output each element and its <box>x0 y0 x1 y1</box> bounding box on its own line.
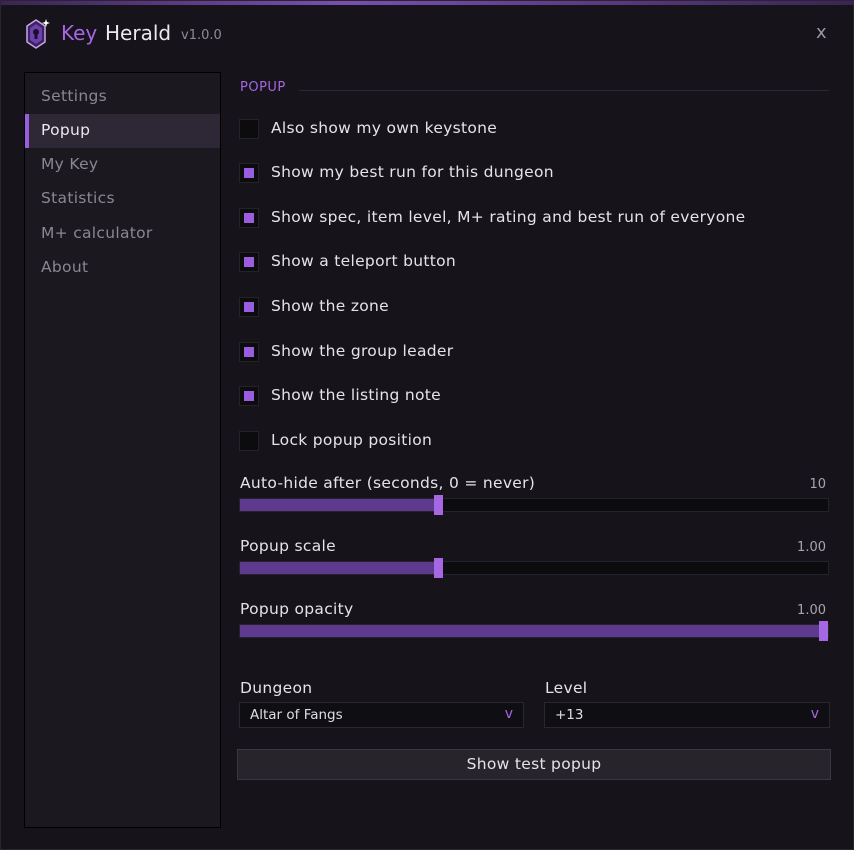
close-button[interactable]: x <box>816 22 827 43</box>
slider-thumb[interactable] <box>434 495 443 515</box>
auto-hide-value: 10 <box>809 477 826 492</box>
level-select-value: +13 <box>555 707 584 723</box>
checkbox[interactable] <box>239 208 259 228</box>
sidebar-item-mplus-calculator[interactable]: M+ calculator <box>25 217 220 251</box>
window-accent-bar <box>1 1 854 5</box>
sidebar-item-my-key[interactable]: My Key <box>25 148 220 182</box>
checkbox-label: Show the listing note <box>271 386 441 404</box>
sidebar-item-label: M+ calculator <box>41 224 153 242</box>
sidebar-item-label: Statistics <box>41 189 115 207</box>
show-test-popup-button[interactable]: Show test popup <box>237 749 831 780</box>
slider-fill <box>240 625 824 637</box>
sidebar-item-label: My Key <box>41 155 99 173</box>
dungeon-label: Dungeon <box>240 679 313 697</box>
level-select[interactable]: +13 v <box>544 702 830 728</box>
section-divider <box>299 90 829 91</box>
app-title: Herald <box>105 21 172 45</box>
popup-opacity-slider[interactable] <box>239 621 829 641</box>
sidebar-item-label: Popup <box>41 121 91 139</box>
checkbox[interactable] <box>239 297 259 317</box>
checkbox-label: Lock popup position <box>271 431 433 449</box>
checkbox[interactable] <box>239 386 259 406</box>
auto-hide-slider[interactable] <box>239 495 829 515</box>
popup-scale-label: Popup scale <box>240 537 336 555</box>
sidebar-item-popup[interactable]: Popup <box>25 114 220 148</box>
app-version: v1.0.0 <box>181 28 222 43</box>
chevron-down-icon: v <box>810 706 819 722</box>
checkbox-label: Show a teleport button <box>271 252 457 270</box>
popup-opacity-value: 1.00 <box>797 603 826 618</box>
popup-scale-value: 1.00 <box>797 540 826 555</box>
checkbox-label: Show the group leader <box>271 342 454 360</box>
sidebar-item-settings[interactable]: Settings <box>25 80 220 114</box>
sidebar-item-label: About <box>41 258 89 276</box>
sidebar-item-about[interactable]: About <box>25 251 220 285</box>
sidebar-item-statistics[interactable]: Statistics <box>25 182 220 216</box>
popup-scale-slider[interactable] <box>239 558 829 578</box>
checkbox-label: Also show my own keystone <box>271 119 498 137</box>
checkbox[interactable] <box>239 252 259 272</box>
checkbox[interactable] <box>239 163 259 183</box>
slider-fill <box>240 499 439 511</box>
sidebar-nav: Settings Popup My Key Statistics M+ calc… <box>24 72 221 828</box>
slider-thumb[interactable] <box>434 558 443 578</box>
section-title: POPUP <box>240 80 286 95</box>
checkbox[interactable] <box>239 431 259 451</box>
checkbox-label: Show the zone <box>271 297 389 315</box>
checkbox-label: Show spec, item level, M+ rating and bes… <box>271 208 746 226</box>
popup-opacity-label: Popup opacity <box>240 600 354 618</box>
sidebar-item-label: Settings <box>41 87 107 105</box>
app-window: Key Herald v1.0.0 x Settings Popup My Ke… <box>0 0 854 850</box>
auto-hide-label: Auto-hide after (seconds, 0 = never) <box>240 474 536 492</box>
level-label: Level <box>545 679 588 697</box>
slider-thumb[interactable] <box>819 621 828 641</box>
dungeon-select-value: Altar of Fangs <box>250 707 343 723</box>
checkbox[interactable] <box>239 342 259 362</box>
dungeon-select[interactable]: Altar of Fangs v <box>239 702 524 728</box>
app-title-accent: Key <box>61 21 98 45</box>
slider-fill <box>240 562 439 574</box>
checkbox-label: Show my best run for this dungeon <box>271 163 554 181</box>
keystone-logo-icon <box>26 19 50 49</box>
chevron-down-icon: v <box>504 706 513 722</box>
checkbox[interactable] <box>239 119 259 139</box>
